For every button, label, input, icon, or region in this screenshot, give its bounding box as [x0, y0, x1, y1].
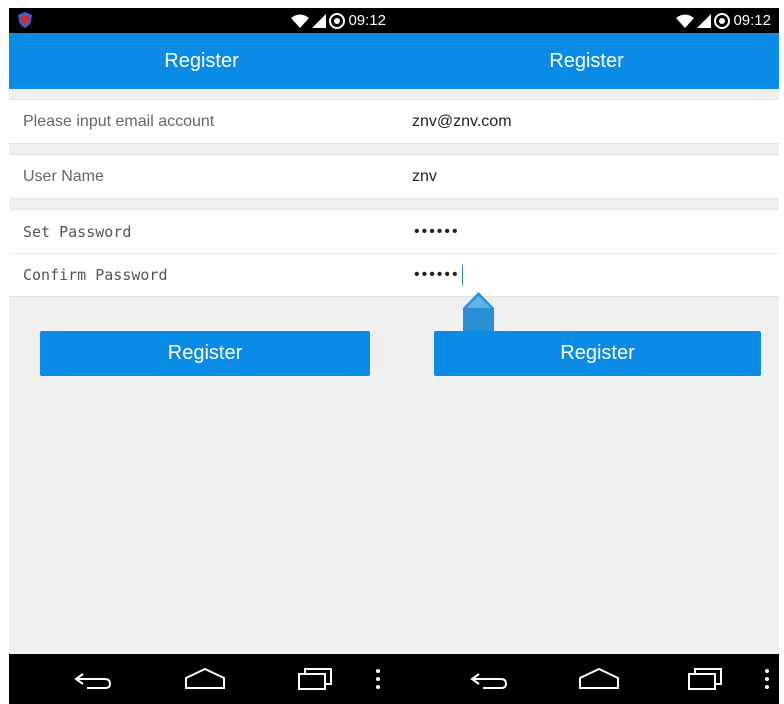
back-icon[interactable]	[469, 666, 509, 692]
screenshot-stage: 09:12 Register Please input email accoun…	[0, 0, 784, 704]
username-group: User Name	[9, 154, 394, 199]
password-group: Set Password Confirm Password	[9, 209, 394, 297]
status-time: 09:12	[733, 12, 771, 29]
email-input[interactable]: Please input email account	[9, 100, 394, 143]
password-group: •••••• ••••••	[394, 209, 779, 297]
recent-apps-icon[interactable]	[687, 666, 723, 692]
right-screen: 09:12 Register znv@znv.com znv •••••• ••…	[394, 8, 779, 704]
status-bar: 09:12	[9, 8, 394, 33]
wifi-icon	[291, 14, 310, 28]
notification-badge-icon	[329, 12, 346, 29]
status-time: 09:12	[348, 12, 386, 29]
status-icons: 09:12	[676, 11, 771, 30]
left-screen: 09:12 Register Please input email accoun…	[9, 8, 394, 704]
password-input[interactable]: ••••••	[394, 210, 779, 253]
email-group: Please input email account	[9, 99, 394, 144]
navigation-bar	[9, 654, 394, 704]
confirm-password-value: ••••••	[414, 266, 460, 283]
email-group: znv@znv.com	[394, 99, 779, 144]
register-button[interactable]: Register	[40, 331, 370, 376]
page-title: Register	[164, 49, 239, 72]
email-input[interactable]: znv@znv.com	[394, 100, 779, 143]
overflow-menu-icon[interactable]	[375, 666, 381, 692]
username-input[interactable]: User Name	[9, 155, 394, 198]
username-group: znv	[394, 154, 779, 199]
shield-icon	[18, 12, 32, 28]
wifi-icon	[676, 14, 695, 28]
navigation-bar	[394, 654, 779, 704]
status-bar: 09:12	[394, 8, 779, 33]
page-title: Register	[549, 49, 624, 72]
register-button[interactable]: Register	[434, 331, 761, 376]
home-icon[interactable]	[578, 666, 620, 692]
password-input[interactable]: Set Password	[9, 210, 394, 253]
back-icon[interactable]	[73, 666, 113, 692]
confirm-password-input[interactable]: Confirm Password	[9, 253, 394, 296]
overflow-menu-icon[interactable]	[764, 666, 770, 692]
signal-icon	[697, 13, 712, 28]
signal-icon	[312, 13, 327, 28]
notification-badge-icon	[714, 12, 731, 29]
app-bar: Register	[9, 33, 394, 89]
app-bar: Register	[394, 33, 779, 89]
recent-apps-icon[interactable]	[297, 666, 333, 692]
home-icon[interactable]	[184, 666, 226, 692]
confirm-password-input[interactable]: ••••••	[394, 253, 779, 296]
text-selection-handle-icon[interactable]	[463, 292, 494, 336]
username-input[interactable]: znv	[394, 155, 779, 198]
text-cursor	[461, 265, 463, 285]
status-icons: 09:12	[291, 11, 386, 30]
